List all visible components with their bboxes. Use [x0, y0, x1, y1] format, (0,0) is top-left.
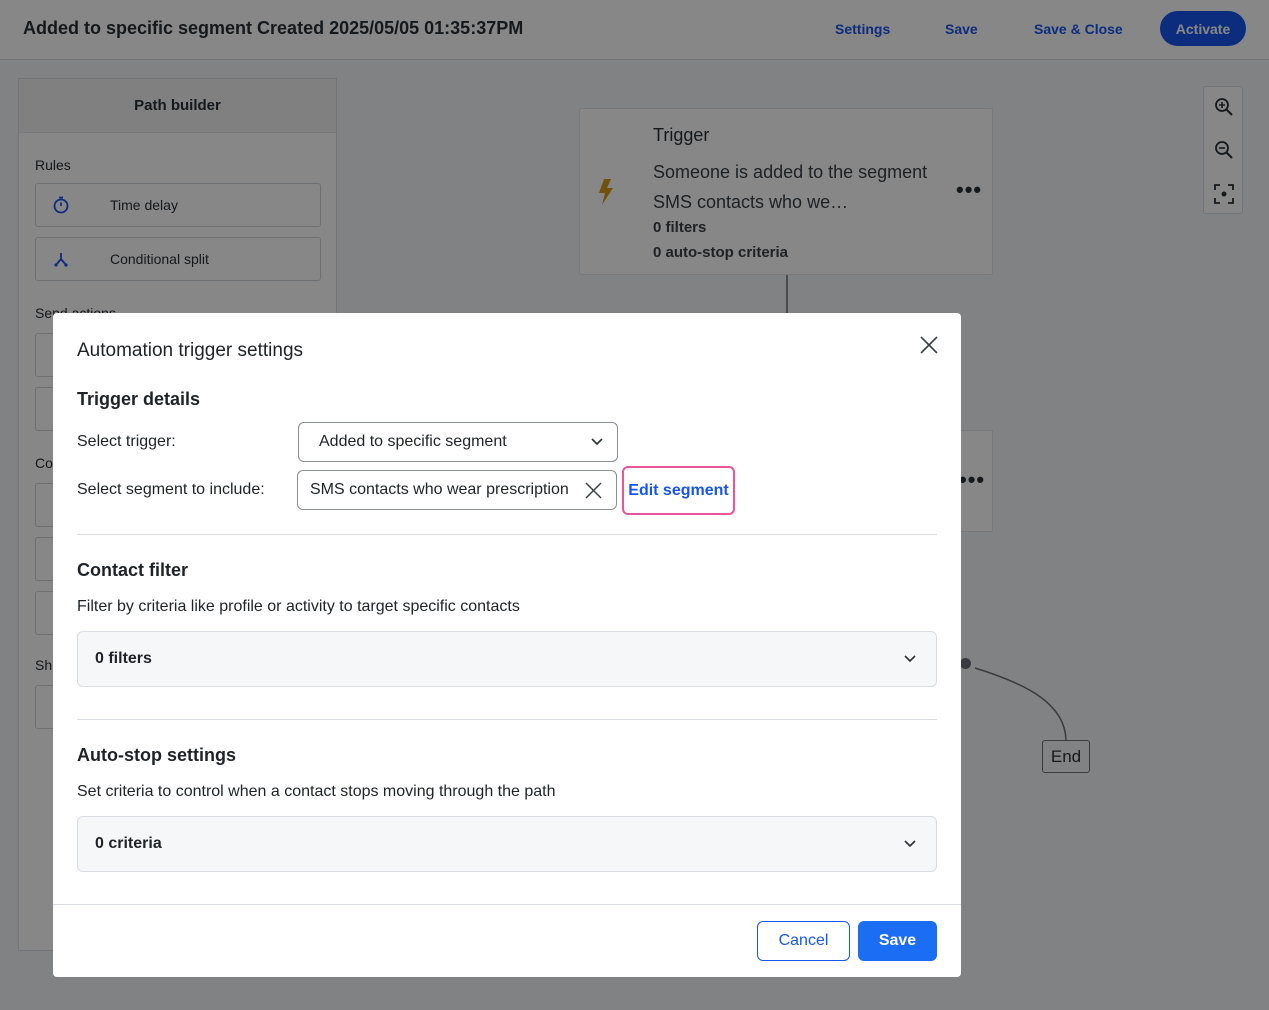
- segment-label: Select segment to include:: [77, 481, 265, 498]
- trigger-details-heading: Trigger details: [77, 389, 201, 409]
- chevron-down-icon: [904, 655, 916, 663]
- edit-segment-link[interactable]: Edit segment: [622, 466, 735, 515]
- auto-stop-accordion[interactable]: 0 criteria: [77, 816, 937, 872]
- auto-stop-heading: Auto-stop settings: [77, 745, 236, 765]
- segment-value: SMS contacts who wear prescription: [310, 481, 569, 498]
- contact-filter-heading: Contact filter: [77, 560, 189, 580]
- modal-footer-divider: [53, 904, 961, 905]
- trigger-settings-modal: Automation trigger settings Trigger deta…: [53, 313, 961, 977]
- clear-segment-icon[interactable]: [585, 481, 602, 499]
- select-trigger-value: Added to specific segment: [319, 433, 507, 450]
- segment-selector[interactable]: SMS contacts who wear prescription: [297, 470, 617, 510]
- contact-filter-accordion[interactable]: 0 filters: [77, 631, 937, 687]
- chevron-down-icon: [904, 840, 916, 848]
- select-trigger-dropdown[interactable]: Added to specific segment: [298, 422, 618, 462]
- modal-title: Automation trigger settings: [77, 340, 304, 361]
- auto-stop-description: Set criteria to control when a contact s…: [77, 783, 556, 800]
- contact-filter-value: 0 filters: [95, 650, 152, 667]
- save-button[interactable]: Save: [858, 921, 937, 961]
- select-trigger-label: Select trigger:: [77, 433, 176, 450]
- close-icon[interactable]: [917, 333, 941, 357]
- section-divider: [77, 534, 937, 535]
- auto-stop-value: 0 criteria: [95, 835, 162, 852]
- contact-filter-description: Filter by criteria like profile or activ…: [77, 598, 520, 615]
- chevron-down-icon: [591, 438, 603, 446]
- section-divider: [77, 719, 937, 720]
- cancel-button[interactable]: Cancel: [757, 921, 850, 961]
